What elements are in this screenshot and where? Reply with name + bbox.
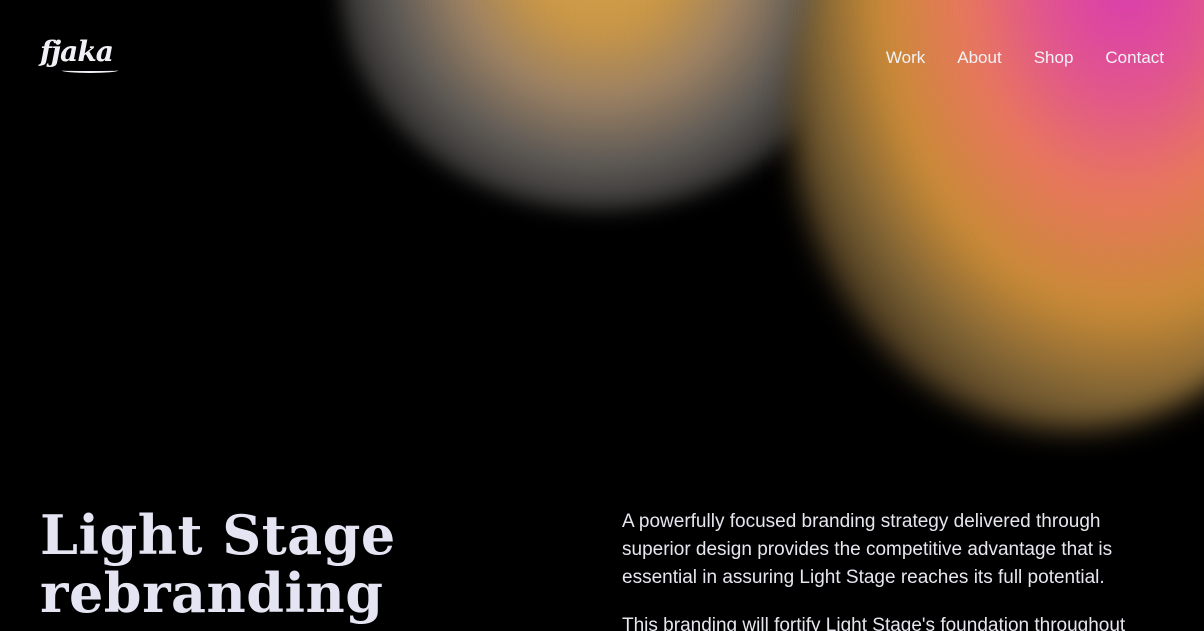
nav-item-contact[interactable]: Contact	[1105, 48, 1164, 68]
description-paragraph-1: A powerfully focused branding strategy d…	[622, 511, 1113, 588]
nav-item-shop[interactable]: Shop	[1034, 48, 1074, 68]
page-title-line-1: Light Stage	[40, 503, 396, 567]
nav-item-about[interactable]: About	[957, 48, 1001, 68]
page-title-line-2: rebranding	[40, 561, 384, 625]
project-description: A powerfully focused branding strategy d…	[622, 508, 1164, 631]
logo-underline	[62, 68, 118, 73]
gradient-glow-left	[340, 0, 860, 210]
site-logo[interactable]: fjaka	[40, 38, 114, 66]
description-paragraph-2: This branding will fortify Light Stage's…	[622, 615, 1126, 631]
nav-item-work[interactable]: Work	[886, 48, 925, 68]
main-nav: Work About Shop Contact	[886, 48, 1164, 68]
page-title: Light Stage rebranding	[40, 506, 396, 622]
